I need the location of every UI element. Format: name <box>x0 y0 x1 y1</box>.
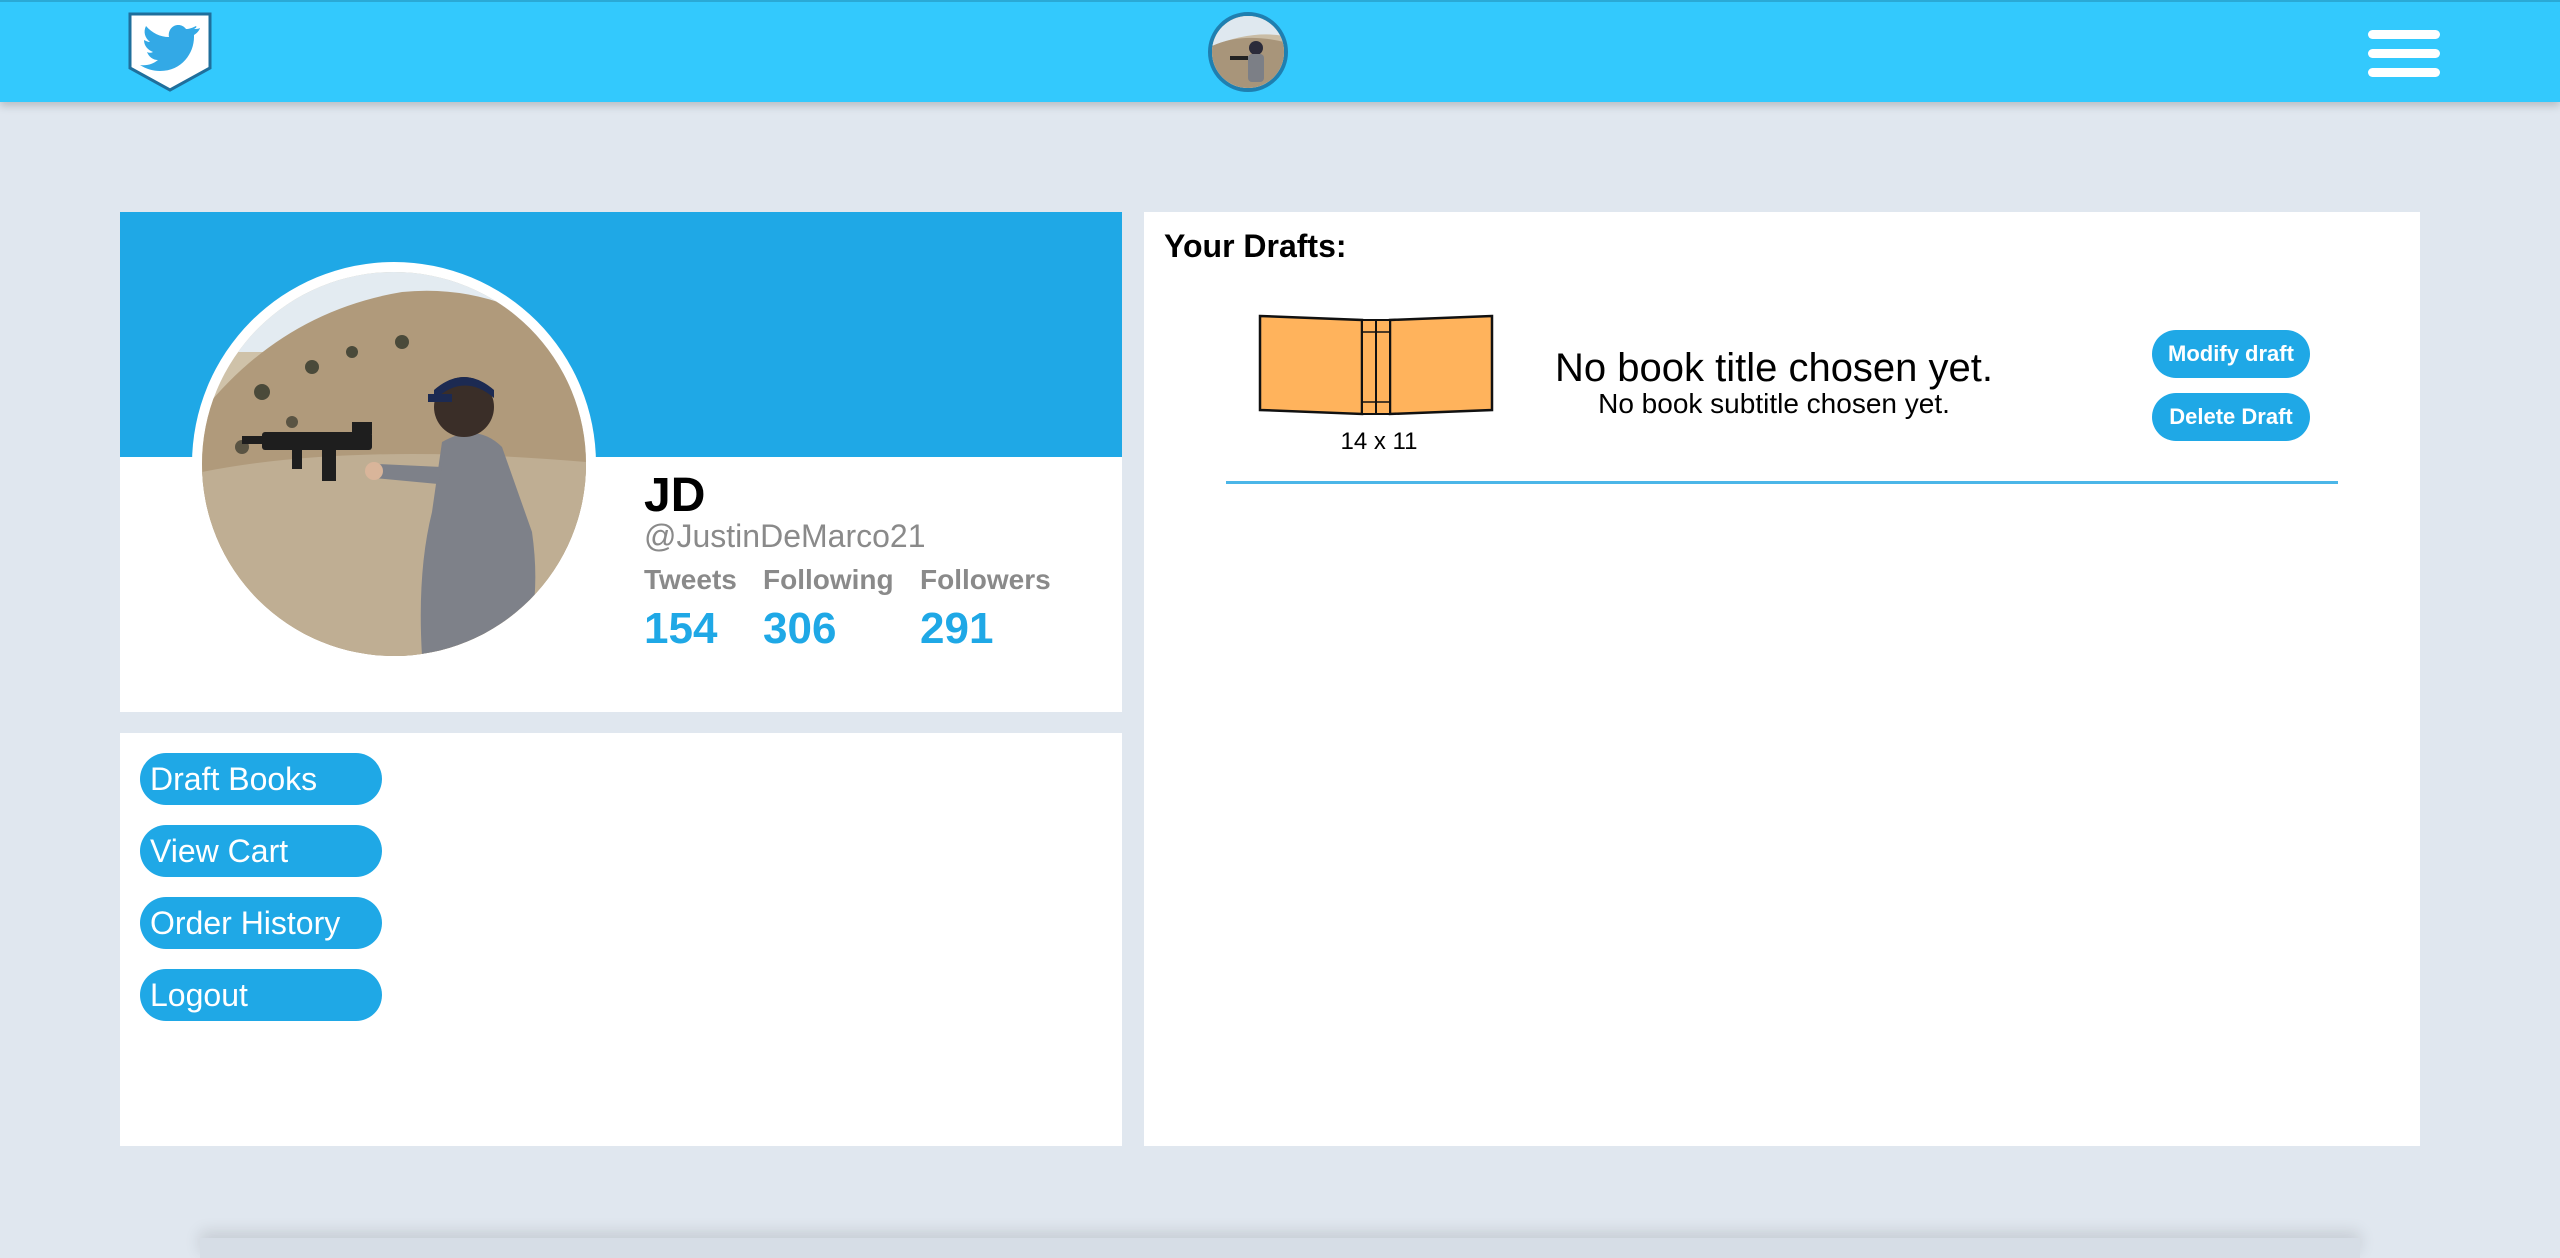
profile-card: JD @JustinDeMarco21 Tweets Following Fol… <box>120 212 1122 712</box>
stat-label-following: Following <box>763 564 894 595</box>
footer-shadow <box>200 1238 2360 1258</box>
draft-divider <box>1226 481 2338 484</box>
hamburger-menu-icon[interactable] <box>2368 30 2440 80</box>
header-avatar[interactable] <box>1208 12 1288 92</box>
stat-label-followers: Followers <box>920 564 1051 595</box>
order-history-button[interactable]: Order History <box>140 897 382 949</box>
delete-draft-button[interactable]: Delete Draft <box>2152 393 2310 441</box>
stat-value-following: 306 <box>763 604 837 653</box>
draft-books-button[interactable]: Draft Books <box>140 753 382 805</box>
book-size-label: 14 x 11 <box>1340 428 1418 455</box>
stat-label-tweets: Tweets <box>644 564 737 595</box>
stat-value-followers: 291 <box>920 604 994 653</box>
profile-handle: @JustinDeMarco21 <box>644 518 926 554</box>
menu-card: Draft Books View Cart Order History Logo… <box>120 733 1122 1146</box>
stat-value-tweets: 154 <box>644 604 718 653</box>
draft-book-title: No book title chosen yet. <box>1554 346 1994 390</box>
profile-photo <box>192 262 596 666</box>
logout-button[interactable]: Logout <box>140 969 382 1021</box>
top-navbar <box>0 0 2560 102</box>
profile-name: JD <box>644 469 706 522</box>
draft-book-subtitle: No book subtitle chosen yet. <box>1598 388 1950 419</box>
view-cart-button[interactable]: View Cart <box>140 825 382 877</box>
modify-draft-button[interactable]: Modify draft <box>2152 330 2310 378</box>
open-book-icon <box>1252 312 1502 425</box>
drafts-title: Your Drafts: <box>1164 228 1347 264</box>
drafts-panel: Your Drafts: 14 x 11 No book title chose… <box>1144 212 2420 1146</box>
twitter-logo-icon[interactable] <box>126 10 214 92</box>
